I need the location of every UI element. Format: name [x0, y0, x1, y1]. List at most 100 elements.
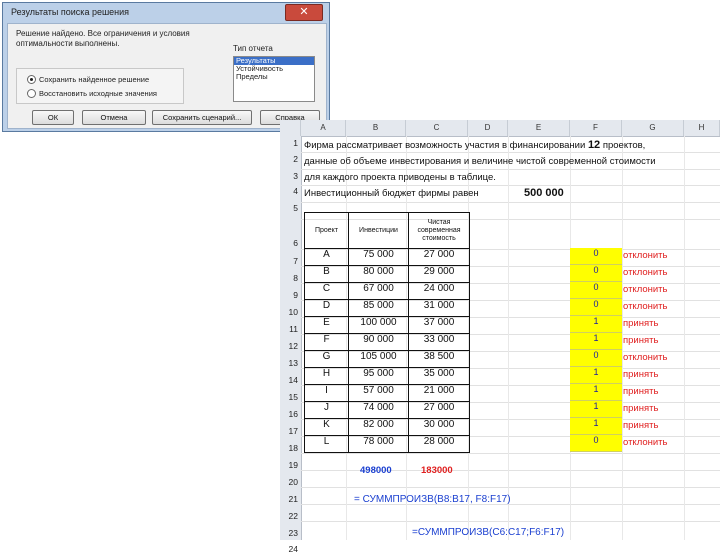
- decision-variable[interactable]: 0: [570, 435, 622, 452]
- row-header[interactable]: 20: [280, 477, 301, 487]
- decision-variable[interactable]: 1: [570, 333, 622, 350]
- row-header[interactable]: 6: [280, 238, 301, 248]
- project-npv[interactable]: 35 000: [408, 367, 470, 385]
- project-investment[interactable]: 78 000: [348, 435, 409, 453]
- project-investment[interactable]: 57 000: [348, 384, 409, 402]
- project-name[interactable]: J: [304, 401, 349, 419]
- project-npv[interactable]: 29 000: [408, 265, 470, 283]
- project-investment[interactable]: 82 000: [348, 418, 409, 436]
- row-header[interactable]: 1: [280, 138, 301, 148]
- row-header[interactable]: 16: [280, 409, 301, 419]
- radio-selected-icon[interactable]: [27, 75, 36, 84]
- row-header[interactable]: 19: [280, 460, 301, 470]
- row-header[interactable]: 4: [280, 186, 301, 196]
- row-header[interactable]: 24: [280, 544, 301, 554]
- project-npv[interactable]: 37 000: [408, 316, 470, 334]
- decision-text: принять: [623, 369, 659, 380]
- col-header-b[interactable]: B: [346, 120, 406, 136]
- decision-variable[interactable]: 0: [570, 265, 622, 282]
- row-header[interactable]: 13: [280, 358, 301, 368]
- decision-variable[interactable]: 1: [570, 418, 622, 435]
- project-npv[interactable]: 27 000: [408, 401, 470, 419]
- row-header[interactable]: 21: [280, 494, 301, 504]
- select-all-corner[interactable]: [280, 120, 301, 136]
- col-header-e[interactable]: E: [508, 120, 570, 136]
- project-npv[interactable]: 31 000: [408, 299, 470, 317]
- row-header[interactable]: 7: [280, 256, 301, 266]
- project-npv[interactable]: 38 500: [408, 350, 470, 368]
- project-investment[interactable]: 80 000: [348, 265, 409, 283]
- dialog-titlebar[interactable]: Результаты поиска решения ✕: [3, 3, 329, 23]
- project-npv[interactable]: 27 000: [408, 248, 470, 266]
- project-name[interactable]: E: [304, 316, 349, 334]
- report-item-limits[interactable]: Пределы: [234, 73, 314, 81]
- row-header[interactable]: 9: [280, 290, 301, 300]
- decision-variable[interactable]: 0: [570, 248, 622, 265]
- project-name[interactable]: A: [304, 248, 349, 266]
- total-investment[interactable]: 498000: [360, 465, 392, 476]
- col-header-g[interactable]: G: [622, 120, 684, 136]
- decision-variable[interactable]: 0: [570, 282, 622, 299]
- row-header[interactable]: 3: [280, 171, 301, 181]
- row-header[interactable]: 2: [280, 154, 301, 164]
- project-name[interactable]: I: [304, 384, 349, 402]
- col-header-d[interactable]: D: [468, 120, 508, 136]
- restore-values-option[interactable]: Восстановить исходные значения: [27, 89, 157, 98]
- project-name[interactable]: K: [304, 418, 349, 436]
- decision-variable[interactable]: 1: [570, 316, 622, 333]
- close-icon: ✕: [299, 6, 309, 18]
- project-name[interactable]: C: [304, 282, 349, 300]
- project-name[interactable]: L: [304, 435, 349, 453]
- solution-options: Сохранить найденное решение Восстановить…: [16, 68, 184, 104]
- col-header-h[interactable]: H: [684, 120, 720, 136]
- formula-note-2: =СУММПРОИЗВ(C6:C17;F6:F17): [412, 527, 565, 538]
- project-investment[interactable]: 100 000: [348, 316, 409, 334]
- row-header[interactable]: 17: [280, 426, 301, 436]
- project-investment[interactable]: 74 000: [348, 401, 409, 419]
- project-name[interactable]: G: [304, 350, 349, 368]
- keep-solution-option[interactable]: Сохранить найденное решение: [27, 75, 149, 84]
- col-header-f[interactable]: F: [570, 120, 622, 136]
- col-header-a[interactable]: A: [301, 120, 346, 136]
- cancel-button[interactable]: Отмена: [82, 110, 146, 125]
- row-header[interactable]: 8: [280, 273, 301, 283]
- decision-variable[interactable]: 1: [570, 367, 622, 384]
- project-npv[interactable]: 24 000: [408, 282, 470, 300]
- decision-variable[interactable]: 0: [570, 350, 622, 367]
- row-header[interactable]: 10: [280, 307, 301, 317]
- close-button[interactable]: ✕: [285, 4, 323, 21]
- project-npv[interactable]: 21 000: [408, 384, 470, 402]
- project-investment[interactable]: 67 000: [348, 282, 409, 300]
- row-header[interactable]: 23: [280, 528, 301, 538]
- project-name[interactable]: F: [304, 333, 349, 351]
- row-header[interactable]: 15: [280, 392, 301, 402]
- reports-list[interactable]: Результаты Устойчивость Пределы: [233, 56, 315, 102]
- project-name[interactable]: D: [304, 299, 349, 317]
- row-header[interactable]: 12: [280, 341, 301, 351]
- decision-variable[interactable]: 1: [570, 384, 622, 401]
- ok-button[interactable]: ОК: [32, 110, 74, 125]
- row-header[interactable]: 5: [280, 203, 301, 213]
- project-investment[interactable]: 105 000: [348, 350, 409, 368]
- col-header-c[interactable]: C: [406, 120, 468, 136]
- project-investment[interactable]: 90 000: [348, 333, 409, 351]
- decision-variable[interactable]: 0: [570, 299, 622, 316]
- project-investment[interactable]: 75 000: [348, 248, 409, 266]
- project-name[interactable]: B: [304, 265, 349, 283]
- project-npv[interactable]: 28 000: [408, 435, 470, 453]
- project-investment[interactable]: 95 000: [348, 367, 409, 385]
- budget-value[interactable]: 500 000: [524, 187, 564, 199]
- gridline: [301, 202, 720, 203]
- radio-unselected-icon[interactable]: [27, 89, 36, 98]
- total-npv[interactable]: 183000: [421, 465, 453, 476]
- project-name[interactable]: H: [304, 367, 349, 385]
- project-npv[interactable]: 30 000: [408, 418, 470, 436]
- row-header[interactable]: 22: [280, 511, 301, 521]
- row-header[interactable]: 18: [280, 443, 301, 453]
- row-header[interactable]: 14: [280, 375, 301, 385]
- decision-variable[interactable]: 1: [570, 401, 622, 418]
- project-npv[interactable]: 33 000: [408, 333, 470, 351]
- row-header[interactable]: 11: [280, 324, 301, 334]
- save-scenario-button[interactable]: Сохранить сценарий...: [152, 110, 252, 125]
- project-investment[interactable]: 85 000: [348, 299, 409, 317]
